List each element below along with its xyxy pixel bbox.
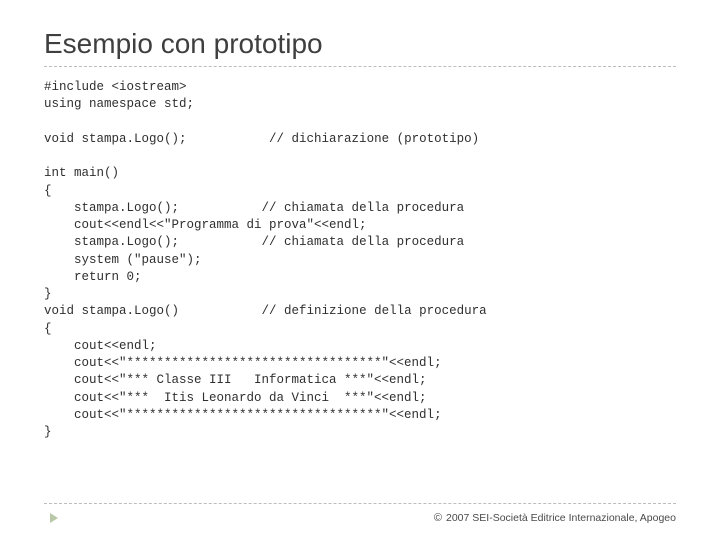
footer-divider xyxy=(44,503,676,504)
code-line: } xyxy=(44,425,52,439)
code-line: cout<<endl<<"Programma di prova"<<endl; xyxy=(44,218,367,232)
code-line: stampa.Logo(); xyxy=(44,235,179,249)
slide-title: Esempio con prototipo xyxy=(44,28,676,60)
title-divider xyxy=(44,66,676,67)
code-line: void stampa.Logo() xyxy=(44,304,179,318)
code-line: system ("pause"); xyxy=(44,253,202,267)
footer-text: 2007 SEI-Società Editrice Internazionale… xyxy=(446,512,676,524)
copyright-symbol: © xyxy=(434,512,442,524)
code-comment: // dichiarazione (prototipo) xyxy=(269,132,479,146)
code-line: } xyxy=(44,287,52,301)
code-line: int main() xyxy=(44,166,119,180)
code-comment: // definizione della procedura xyxy=(262,304,487,318)
code-line: { xyxy=(44,322,52,336)
code-line: void stampa.Logo(); xyxy=(44,132,187,146)
code-line: cout<<"*********************************… xyxy=(44,408,442,422)
code-line: using namespace std; xyxy=(44,97,194,111)
code-block: #include <iostream> using namespace std;… xyxy=(44,79,676,441)
code-line: cout<<endl; xyxy=(44,339,157,353)
bullet-marker-icon xyxy=(50,513,58,523)
code-line: cout<<"*** Itis Leonardo da Vinci ***"<<… xyxy=(44,391,427,405)
code-line: cout<<"*********************************… xyxy=(44,356,442,370)
code-line: return 0; xyxy=(44,270,142,284)
slide-footer: © 2007 SEI-Società Editrice Internaziona… xyxy=(44,503,676,524)
code-line: cout<<"*** Classe III Informatica ***"<<… xyxy=(44,373,427,387)
code-line: stampa.Logo(); xyxy=(44,201,179,215)
code-line: #include <iostream> xyxy=(44,80,187,94)
code-comment: // chiamata della procedura xyxy=(262,235,465,249)
code-comment: // chiamata della procedura xyxy=(262,201,465,215)
code-line: { xyxy=(44,184,52,198)
